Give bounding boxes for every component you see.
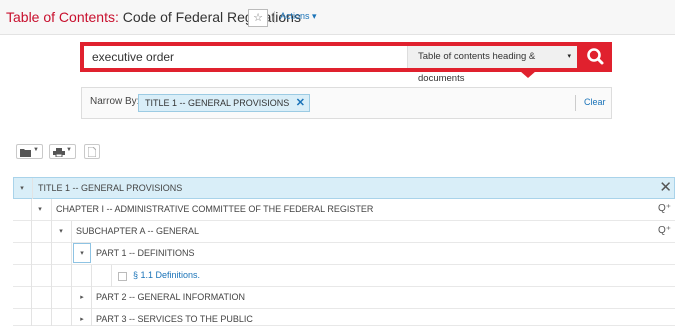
- row-divider: [31, 199, 32, 221]
- clear-filters-link[interactable]: Clear: [584, 97, 606, 107]
- print-button[interactable]: ▼: [49, 144, 76, 159]
- narrow-by-label: Narrow By:: [90, 96, 140, 107]
- tree-row-label: PART 3 -- SERVICES TO THE PUBLIC: [96, 314, 253, 324]
- row-divider: [91, 265, 92, 287]
- filter-chip: TITLE 1 -- GENERAL PROVISIONS ✕: [138, 94, 310, 112]
- row-divider: [51, 287, 52, 309]
- row-divider: [51, 309, 52, 326]
- dropdown-pointer: [520, 71, 536, 78]
- search-bar: Table of contents heading & documents ▾: [80, 42, 612, 84]
- row-divider: [111, 265, 112, 287]
- row-divider: [71, 243, 72, 265]
- print-icon: [53, 148, 65, 157]
- row-divider: [71, 287, 72, 309]
- row-divider: [71, 265, 72, 287]
- search-button[interactable]: [579, 42, 612, 72]
- row-divider: [91, 287, 92, 309]
- row-divider: [31, 243, 32, 265]
- row-divider: [31, 309, 32, 326]
- row-divider: [71, 309, 72, 326]
- tree-row-label: PART 1 -- DEFINITIONS: [96, 248, 195, 258]
- tree-row-label: SUBCHAPTER A -- GENERAL: [76, 226, 200, 236]
- collapse-toggle-icon[interactable]: ▾: [35, 205, 45, 215]
- chevron-down-icon: ▼: [33, 147, 39, 153]
- tree-row-section-1-1[interactable]: § 1.1 Definitions.: [13, 265, 675, 287]
- tree-row-part-3[interactable]: ▸ PART 3 -- SERVICES TO THE PUBLIC: [13, 309, 675, 326]
- actions-menu[interactable]: Actions ▾: [280, 11, 317, 22]
- row-divider: [71, 221, 72, 243]
- header-divider: [274, 11, 275, 23]
- search-in-icon[interactable]: Q⁺: [658, 203, 671, 214]
- search-scope-value: Table of contents heading & documents: [418, 51, 536, 84]
- page-header: Table of Contents: Code of Federal Regul…: [0, 0, 675, 35]
- folder-button[interactable]: ▼: [16, 144, 43, 159]
- tree-row-label: TITLE 1 -- GENERAL PROVISIONS: [38, 183, 183, 193]
- tree-row-subchapter[interactable]: ▾ SUBCHAPTER A -- GENERAL Q⁺: [13, 221, 675, 243]
- document-button[interactable]: [84, 144, 100, 159]
- narrow-by-panel: Narrow By: TITLE 1 -- GENERAL PROVISIONS…: [81, 87, 612, 119]
- chevron-down-icon: ▾: [567, 53, 571, 60]
- row-divider: [91, 309, 92, 326]
- search-input[interactable]: [84, 46, 407, 68]
- folder-icon: [20, 149, 31, 157]
- section-checkbox[interactable]: [118, 272, 127, 281]
- section-link[interactable]: § 1.1 Definitions.: [133, 270, 200, 280]
- collapse-toggle-icon[interactable]: ▾: [17, 184, 27, 194]
- row-divider: [51, 243, 52, 265]
- narrow-divider: [575, 95, 576, 111]
- expand-toggle-icon[interactable]: ▸: [77, 293, 87, 303]
- row-divider: [51, 199, 52, 221]
- tree-row-chapter[interactable]: ▾ CHAPTER I -- ADMINISTRATIVE COMMITTEE …: [13, 199, 675, 221]
- row-divider: [32, 178, 33, 200]
- tree-row-part-2[interactable]: ▸ PART 2 -- GENERAL INFORMATION: [13, 287, 675, 309]
- document-icon: [88, 147, 96, 157]
- tree-row-label: PART 2 -- GENERAL INFORMATION: [96, 292, 246, 302]
- row-divider: [51, 221, 52, 243]
- chevron-down-icon: ▼: [66, 147, 72, 153]
- row-divider: [31, 221, 32, 243]
- row-divider: [31, 287, 32, 309]
- remove-filter-icon[interactable]: ✕: [296, 97, 305, 109]
- title-label: Table of Contents:: [6, 9, 119, 25]
- collapse-toggle-icon[interactable]: ▾: [56, 227, 66, 237]
- row-divider: [31, 265, 32, 287]
- tree-row-label: CHAPTER I -- ADMINISTRATIVE COMMITTEE OF…: [56, 204, 374, 214]
- filter-chip-text: TITLE 1 -- GENERAL PROVISIONS: [145, 98, 290, 108]
- expand-toggle-icon[interactable]: ▸: [77, 315, 87, 325]
- collapse-toggle-icon[interactable]: ▾: [77, 249, 87, 259]
- tree-row-title[interactable]: ▾ TITLE 1 -- GENERAL PROVISIONS ✕: [13, 177, 675, 200]
- search-icon: [587, 48, 604, 65]
- search-scope-select[interactable]: Table of contents heading & documents ▾: [407, 46, 577, 84]
- favorite-star-icon[interactable]: ☆: [248, 9, 268, 27]
- row-divider: [51, 265, 52, 287]
- tree-row-part-1[interactable]: ▾ PART 1 -- DEFINITIONS: [13, 243, 675, 265]
- search-in-icon[interactable]: Q⁺: [658, 225, 671, 236]
- close-icon[interactable]: ✕: [659, 179, 672, 197]
